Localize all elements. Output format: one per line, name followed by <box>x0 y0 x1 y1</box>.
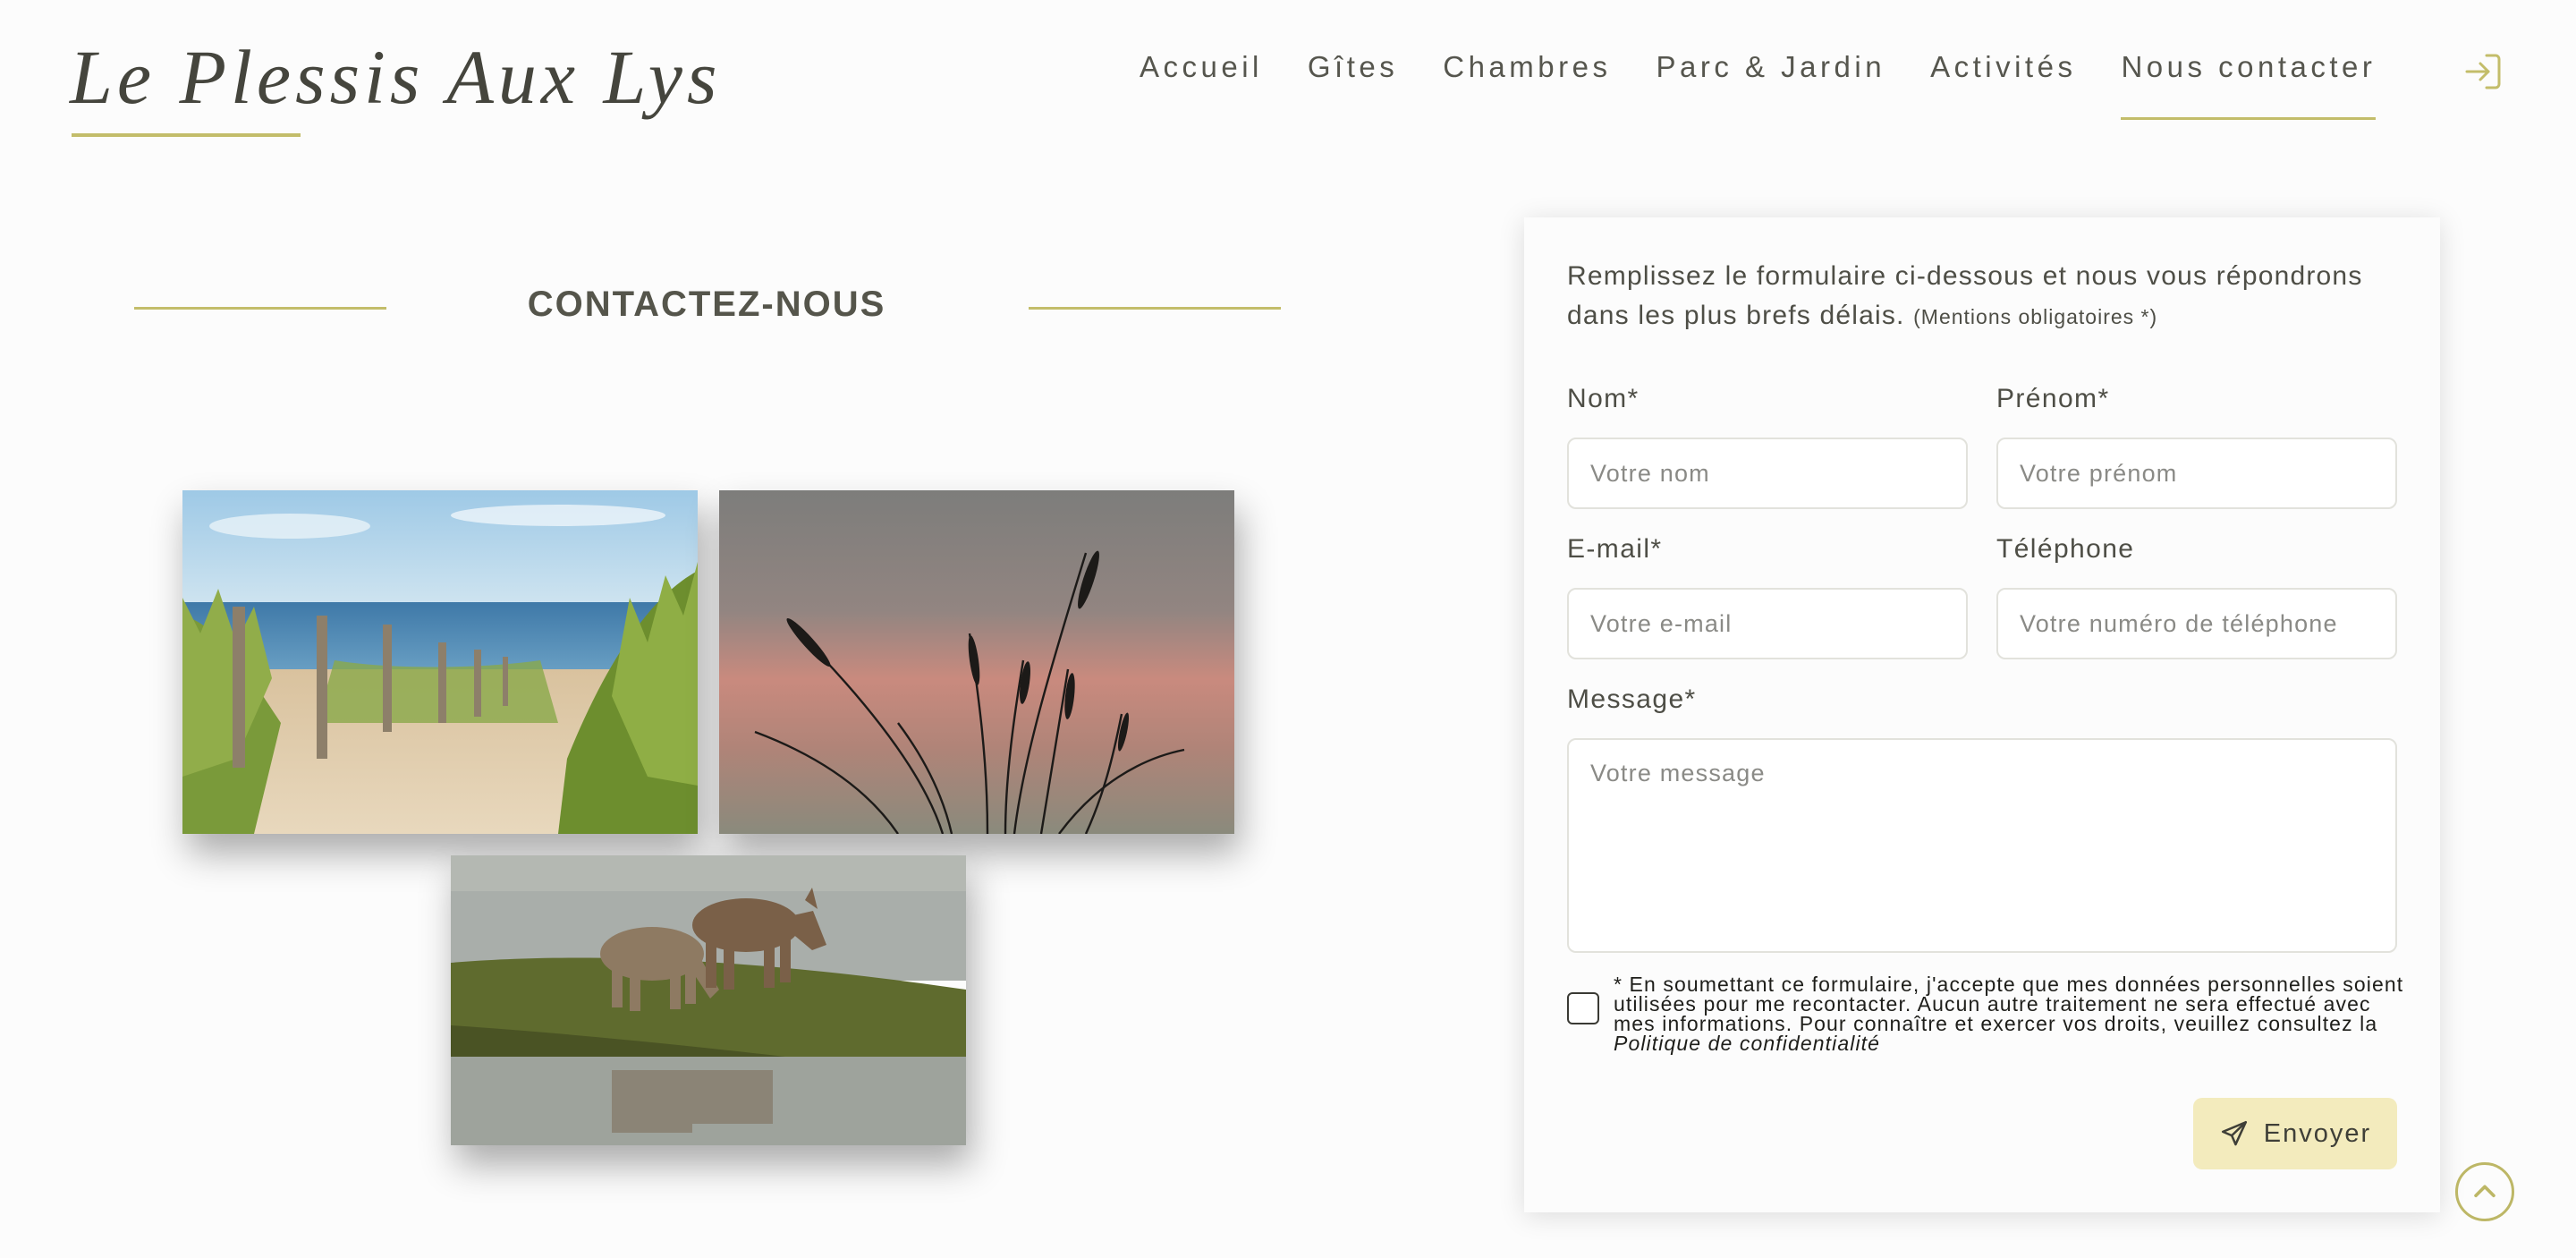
privacy-policy-link[interactable]: Politique de confidentialité <box>1614 1032 1880 1055</box>
telephone-input[interactable] <box>1996 588 2397 659</box>
prenom-label: Prénom* <box>1996 384 2110 413</box>
chevron-up-icon <box>2474 1185 2496 1198</box>
consent-text: * En soumettant ce formulaire, j'accepte… <box>1614 973 2410 1055</box>
heading-line-left <box>134 307 386 310</box>
heading-line-right <box>1029 307 1281 310</box>
scroll-to-top-button[interactable] <box>2455 1162 2514 1221</box>
nav-item-parc-jardin[interactable]: Parc & Jardin <box>1656 50 1885 84</box>
consent-checkbox[interactable] <box>1567 992 1599 1024</box>
nav-item-accueil[interactable]: Accueil <box>1140 50 1263 84</box>
nav-item-nous-contacter[interactable]: Nous contacter <box>2121 50 2377 120</box>
contact-form: Remplissez le formulaire ci-dessous et n… <box>1524 217 2440 1212</box>
send-icon <box>2221 1120 2247 1146</box>
nom-label: Nom* <box>1567 384 1640 413</box>
nav-item-activites[interactable]: Activités <box>1930 50 2076 84</box>
login-icon[interactable] <box>2462 50 2504 93</box>
consent-text-body: * En soumettant ce formulaire, j'accepte… <box>1614 973 2404 1035</box>
message-textarea[interactable] <box>1567 738 2397 953</box>
form-intro: Remplissez le formulaire ci-dessous et n… <box>1567 257 2408 336</box>
site-logo[interactable]: Le Plessis Aux Lys <box>70 32 721 122</box>
beach-dune-path-photo <box>182 490 698 834</box>
grass-sunset-silhouette-photo <box>719 490 1234 834</box>
telephone-label: Téléphone <box>1996 534 2135 564</box>
nav-item-gites[interactable]: Gîtes <box>1308 50 1398 84</box>
email-label: E-mail* <box>1567 534 1663 564</box>
nav-item-chambres[interactable]: Chambres <box>1443 50 1611 84</box>
contact-heading: CONTACTEZ-NOUS <box>527 285 886 324</box>
nom-input[interactable] <box>1567 438 1968 509</box>
submit-button[interactable]: Envoyer <box>2193 1098 2397 1169</box>
logo-underline <box>72 133 301 137</box>
form-intro-note: (Mentions obligatoires *) <box>1913 305 2158 328</box>
email-input[interactable] <box>1567 588 1968 659</box>
submit-label: Envoyer <box>2263 1118 2372 1148</box>
prenom-input[interactable] <box>1996 438 2397 509</box>
message-label: Message* <box>1567 684 1697 714</box>
page: Le Plessis Aux Lys Accueil Gîtes Chambre… <box>0 0 2576 1258</box>
donkeys-grazing-photo <box>451 855 966 1145</box>
main-nav: Accueil Gîtes Chambres Parc & Jardin Act… <box>1140 50 2420 120</box>
